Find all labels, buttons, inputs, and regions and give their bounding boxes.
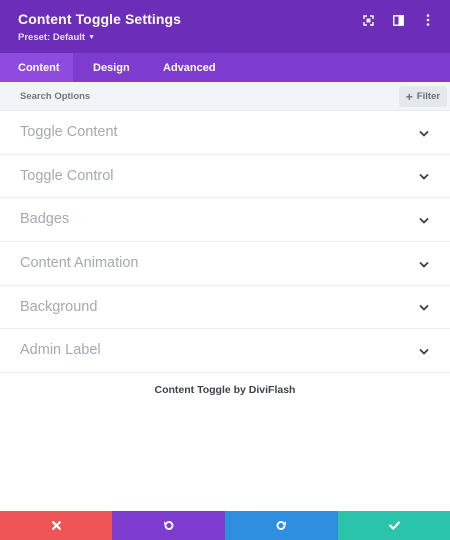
more-vertical-icon[interactable] — [420, 12, 436, 28]
chevron-down-icon — [418, 345, 430, 357]
tab-content[interactable]: Content — [0, 53, 73, 82]
chevron-down-icon — [418, 302, 430, 314]
options-sections: Toggle Content Toggle Control Badges Con… — [0, 111, 450, 374]
tab-advanced[interactable]: Advanced — [147, 53, 232, 82]
section-content-animation[interactable]: Content Animation — [0, 242, 450, 286]
section-toggle-control[interactable]: Toggle Control — [0, 155, 450, 199]
filter-button[interactable]: + Filter — [398, 86, 447, 107]
section-label: Content Animation — [20, 255, 139, 272]
sidebar-layout-icon[interactable] — [390, 12, 406, 28]
chevron-down-icon — [418, 258, 430, 270]
tab-design[interactable]: Design — [73, 53, 147, 82]
tab-bar: Content Design Advanced — [0, 53, 450, 82]
section-label: Toggle Content — [20, 124, 118, 140]
undo-button[interactable] — [112, 511, 225, 540]
section-toggle-content[interactable]: Toggle Content — [0, 111, 450, 155]
undo-icon — [164, 521, 174, 530]
chevron-down-icon — [418, 127, 430, 139]
section-label: Background — [20, 298, 98, 315]
section-background[interactable]: Background — [0, 286, 450, 330]
chevron-down-icon — [418, 171, 430, 183]
check-icon — [388, 521, 400, 530]
section-label: Toggle Control — [20, 167, 114, 184]
search-input[interactable] — [20, 82, 320, 111]
section-label: Badges — [20, 211, 70, 228]
save-button[interactable] — [338, 511, 450, 540]
redo-button[interactable] — [225, 511, 338, 540]
expand-icon[interactable] — [360, 12, 376, 28]
chevron-down-icon — [418, 214, 430, 226]
cancel-button[interactable] — [0, 511, 112, 540]
preset-label: Preset: Default — [18, 32, 86, 43]
close-icon — [51, 521, 61, 530]
section-admin-label[interactable]: Admin Label — [0, 329, 450, 374]
module-credit: Content Toggle by DiviFlash — [154, 384, 296, 396]
search-bar: + Filter — [0, 82, 450, 111]
redo-icon — [276, 521, 286, 530]
modal-title: Content Toggle Settings — [18, 11, 182, 27]
preset-selector[interactable]: Preset: Default ▼ — [18, 32, 95, 43]
filter-label: Filter — [416, 91, 440, 102]
plus-icon: + — [405, 89, 413, 104]
caret-down-icon: ▼ — [88, 34, 95, 41]
section-label: Admin Label — [20, 342, 101, 359]
action-bar — [0, 511, 450, 540]
section-badges[interactable]: Badges — [0, 198, 450, 243]
settings-header: Content Toggle Settings Preset: Default … — [0, 0, 450, 53]
